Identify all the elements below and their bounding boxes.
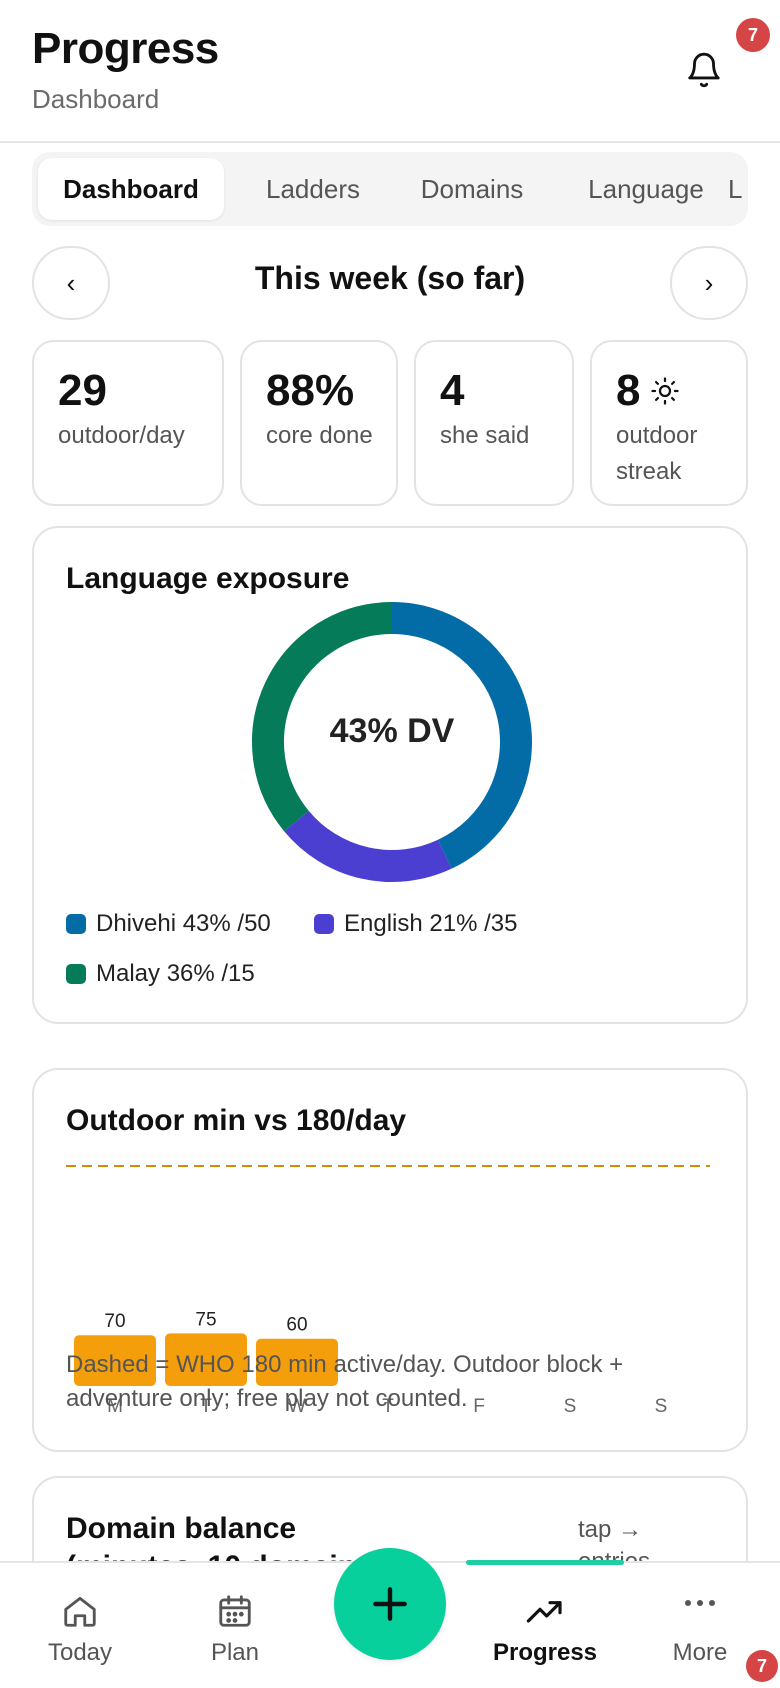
app-header: Progress Dashboard 7 — [0, 0, 780, 143]
next-week-button[interactable]: › — [670, 246, 748, 320]
tab-ladders[interactable]: Ladders — [238, 158, 388, 220]
stat-value: 29 — [58, 366, 107, 415]
tab-domains[interactable]: Domains — [392, 158, 552, 220]
stat-value: 8 — [616, 366, 641, 415]
nav-label: More — [672, 1639, 728, 1666]
tab-language[interactable]: Language — [556, 158, 736, 220]
tab-dashboard[interactable]: Dashboard — [38, 158, 224, 220]
nav-label: Plan — [210, 1639, 260, 1666]
calendar-icon — [219, 1595, 251, 1627]
donut-slice-english — [284, 810, 452, 882]
prev-week-button[interactable]: ‹ — [32, 246, 110, 320]
nav-more[interactable]: More — [650, 1563, 750, 1688]
stat-value: 4 — [440, 366, 465, 415]
notification-badge: 7 — [736, 18, 770, 52]
bell-icon — [688, 52, 720, 88]
outdoor-minutes-card: Outdoor min vs 180/day 70 M 75 T 60 W T F S S Das… — [32, 1068, 748, 1452]
legend-label: Malay 36% /15 — [96, 960, 255, 987]
stat-label: she said — [440, 422, 530, 449]
legend-item-english: English 21% /35 — [314, 910, 517, 938]
stat-card-core[interactable]: 88% core done — [240, 340, 398, 506]
active-tab-indicator — [466, 1560, 624, 1565]
stat-card-outdoor[interactable]: 29 outdoor/day — [32, 340, 224, 506]
stat-value: 88% — [266, 366, 355, 415]
legend-label: English 21% /35 — [344, 910, 518, 937]
tab-overflow[interactable]: L — [728, 158, 748, 220]
stat-label: outdoor streak — [616, 422, 698, 485]
nav-today[interactable]: Today — [30, 1563, 130, 1688]
nav-label: Today — [47, 1639, 113, 1666]
card-title: Domain balance — [66, 1512, 297, 1545]
bar-value-label: 70 — [104, 1311, 125, 1332]
legend-swatch — [66, 964, 86, 984]
more-badge: 7 — [746, 1650, 778, 1682]
trending-up-icon — [526, 1601, 562, 1623]
sun-icon — [651, 377, 680, 405]
page-title: Progress — [32, 24, 219, 73]
donut-center-label: 43% DV — [329, 712, 455, 750]
legend-swatch — [66, 914, 86, 934]
stat-label: core done — [266, 422, 373, 449]
page-subtitle: Dashboard — [32, 84, 160, 114]
card-title: Language exposure — [66, 562, 350, 595]
plus-icon — [373, 1587, 407, 1621]
language-exposure-card: Language exposure 43% DV Dhivehi 43% /50… — [32, 526, 748, 1024]
bar-value-label: 75 — [195, 1309, 216, 1330]
more-dots-icon — [685, 1600, 715, 1606]
stat-card-she-said[interactable]: 4 she said — [414, 340, 574, 506]
legend-swatch — [314, 914, 334, 934]
entries-link[interactable]: tap → — [578, 1516, 642, 1544]
legend-label: Dhivehi 43% /50 — [96, 910, 271, 937]
stat-card-streak[interactable]: 8 outdoor streak — [590, 340, 748, 506]
stat-value-wrap: 8 — [616, 366, 680, 416]
nav-progress[interactable]: Progress — [480, 1563, 610, 1688]
chart-caption: Dashed = WHO 180 min active/day. Outdoor… — [66, 1351, 624, 1412]
stat-label: outdoor/day — [58, 422, 185, 449]
nav-plan[interactable]: Plan — [185, 1563, 285, 1688]
card-title: Outdoor min vs 180/day — [66, 1104, 407, 1137]
notifications-button[interactable] — [680, 46, 728, 94]
tab-bar: Dashboard Ladders Domains Language L — [32, 152, 748, 226]
home-icon — [64, 1596, 96, 1627]
add-entry-button[interactable] — [334, 1548, 446, 1660]
bar-value-label: 60 — [286, 1315, 307, 1336]
week-title: This week (so far) — [254, 260, 526, 296]
nav-label: Progress — [492, 1639, 598, 1666]
legend-item-malay: Malay 36% /15 — [66, 960, 255, 988]
legend-item-dhivehi: Dhivehi 43% /50 — [66, 910, 271, 938]
